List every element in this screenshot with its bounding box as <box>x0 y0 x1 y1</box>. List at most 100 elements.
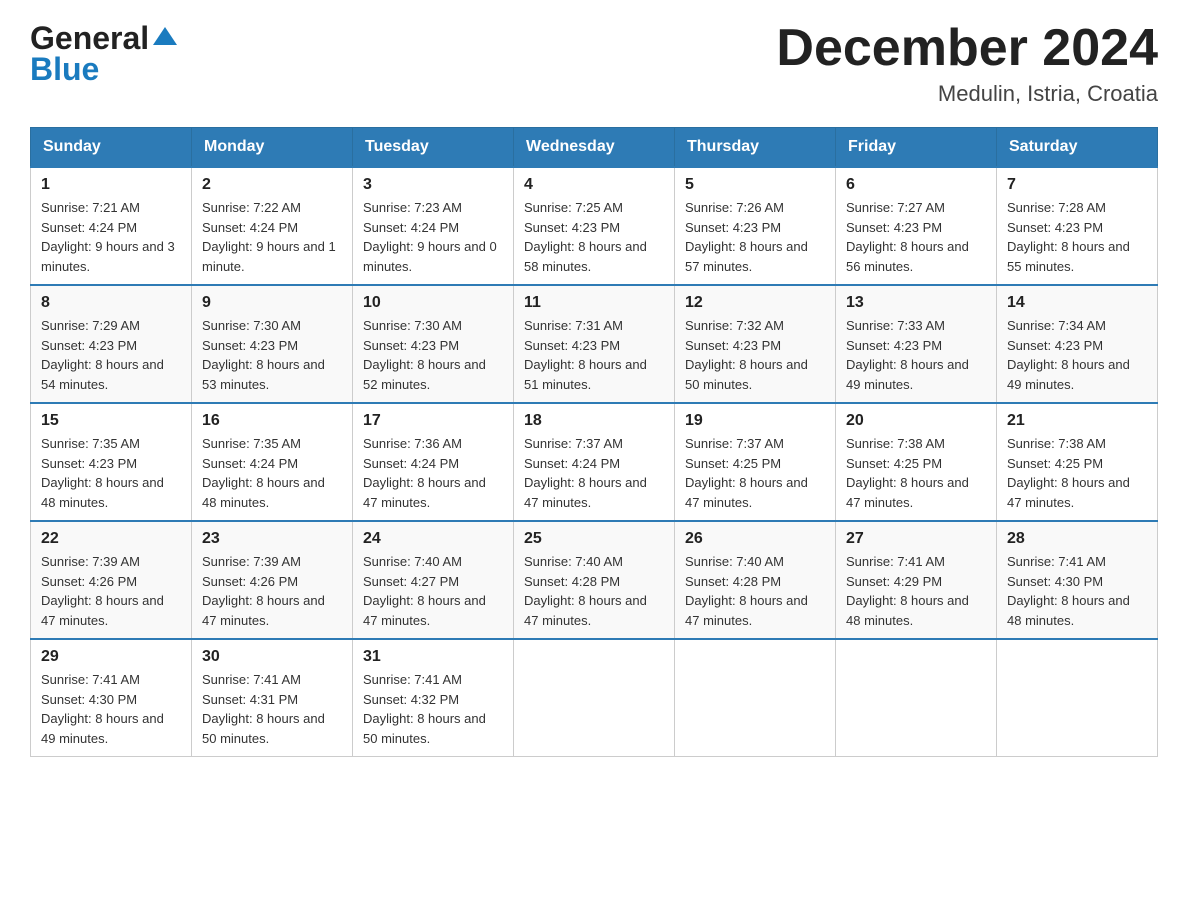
day-info: Sunrise: 7:41 AMSunset: 4:30 PMDaylight:… <box>41 670 181 748</box>
title-section: December 2024 Medulin, Istria, Croatia <box>776 20 1158 107</box>
day-number: 30 <box>202 648 342 666</box>
calendar-cell: 23 Sunrise: 7:39 AMSunset: 4:26 PMDaylig… <box>192 521 353 639</box>
day-info: Sunrise: 7:26 AMSunset: 4:23 PMDaylight:… <box>685 198 825 276</box>
calendar-cell: 18 Sunrise: 7:37 AMSunset: 4:24 PMDaylig… <box>514 403 675 521</box>
day-number: 2 <box>202 176 342 194</box>
day-number: 13 <box>846 294 986 312</box>
col-thursday: Thursday <box>675 128 836 168</box>
calendar-cell: 15 Sunrise: 7:35 AMSunset: 4:23 PMDaylig… <box>31 403 192 521</box>
day-number: 8 <box>41 294 181 312</box>
day-number: 17 <box>363 412 503 430</box>
day-number: 10 <box>363 294 503 312</box>
calendar-cell: 19 Sunrise: 7:37 AMSunset: 4:25 PMDaylig… <box>675 403 836 521</box>
logo: General Blue <box>30 20 179 88</box>
calendar-cell: 4 Sunrise: 7:25 AMSunset: 4:23 PMDayligh… <box>514 167 675 285</box>
page-header: General Blue December 2024 Medulin, Istr… <box>30 20 1158 107</box>
day-number: 9 <box>202 294 342 312</box>
day-number: 27 <box>846 530 986 548</box>
day-info: Sunrise: 7:38 AMSunset: 4:25 PMDaylight:… <box>1007 434 1147 512</box>
calendar-cell: 28 Sunrise: 7:41 AMSunset: 4:30 PMDaylig… <box>997 521 1158 639</box>
week-row-2: 8 Sunrise: 7:29 AMSunset: 4:23 PMDayligh… <box>31 285 1158 403</box>
day-number: 12 <box>685 294 825 312</box>
col-tuesday: Tuesday <box>353 128 514 168</box>
calendar-cell: 12 Sunrise: 7:32 AMSunset: 4:23 PMDaylig… <box>675 285 836 403</box>
calendar-cell <box>675 639 836 757</box>
day-number: 24 <box>363 530 503 548</box>
day-info: Sunrise: 7:36 AMSunset: 4:24 PMDaylight:… <box>363 434 503 512</box>
day-info: Sunrise: 7:30 AMSunset: 4:23 PMDaylight:… <box>363 316 503 394</box>
day-info: Sunrise: 7:35 AMSunset: 4:24 PMDaylight:… <box>202 434 342 512</box>
day-number: 23 <box>202 530 342 548</box>
day-number: 29 <box>41 648 181 666</box>
location-title: Medulin, Istria, Croatia <box>776 81 1158 107</box>
day-info: Sunrise: 7:33 AMSunset: 4:23 PMDaylight:… <box>846 316 986 394</box>
day-number: 20 <box>846 412 986 430</box>
day-number: 1 <box>41 176 181 194</box>
calendar-cell <box>997 639 1158 757</box>
day-number: 5 <box>685 176 825 194</box>
day-info: Sunrise: 7:39 AMSunset: 4:26 PMDaylight:… <box>202 552 342 630</box>
calendar-cell <box>836 639 997 757</box>
day-number: 22 <box>41 530 181 548</box>
day-info: Sunrise: 7:38 AMSunset: 4:25 PMDaylight:… <box>846 434 986 512</box>
calendar-cell: 10 Sunrise: 7:30 AMSunset: 4:23 PMDaylig… <box>353 285 514 403</box>
day-info: Sunrise: 7:41 AMSunset: 4:32 PMDaylight:… <box>363 670 503 748</box>
calendar-cell: 22 Sunrise: 7:39 AMSunset: 4:26 PMDaylig… <box>31 521 192 639</box>
day-info: Sunrise: 7:32 AMSunset: 4:23 PMDaylight:… <box>685 316 825 394</box>
logo-text-blue: Blue <box>30 51 99 88</box>
day-number: 15 <box>41 412 181 430</box>
day-info: Sunrise: 7:28 AMSunset: 4:23 PMDaylight:… <box>1007 198 1147 276</box>
day-info: Sunrise: 7:31 AMSunset: 4:23 PMDaylight:… <box>524 316 664 394</box>
day-info: Sunrise: 7:37 AMSunset: 4:24 PMDaylight:… <box>524 434 664 512</box>
day-number: 18 <box>524 412 664 430</box>
day-number: 4 <box>524 176 664 194</box>
day-number: 7 <box>1007 176 1147 194</box>
week-row-3: 15 Sunrise: 7:35 AMSunset: 4:23 PMDaylig… <box>31 403 1158 521</box>
day-info: Sunrise: 7:34 AMSunset: 4:23 PMDaylight:… <box>1007 316 1147 394</box>
calendar-cell: 9 Sunrise: 7:30 AMSunset: 4:23 PMDayligh… <box>192 285 353 403</box>
calendar-cell: 14 Sunrise: 7:34 AMSunset: 4:23 PMDaylig… <box>997 285 1158 403</box>
calendar-cell: 24 Sunrise: 7:40 AMSunset: 4:27 PMDaylig… <box>353 521 514 639</box>
day-info: Sunrise: 7:25 AMSunset: 4:23 PMDaylight:… <box>524 198 664 276</box>
day-info: Sunrise: 7:37 AMSunset: 4:25 PMDaylight:… <box>685 434 825 512</box>
calendar-cell: 8 Sunrise: 7:29 AMSunset: 4:23 PMDayligh… <box>31 285 192 403</box>
calendar-cell: 11 Sunrise: 7:31 AMSunset: 4:23 PMDaylig… <box>514 285 675 403</box>
day-info: Sunrise: 7:40 AMSunset: 4:27 PMDaylight:… <box>363 552 503 630</box>
calendar-cell: 26 Sunrise: 7:40 AMSunset: 4:28 PMDaylig… <box>675 521 836 639</box>
day-info: Sunrise: 7:40 AMSunset: 4:28 PMDaylight:… <box>524 552 664 630</box>
day-info: Sunrise: 7:40 AMSunset: 4:28 PMDaylight:… <box>685 552 825 630</box>
col-wednesday: Wednesday <box>514 128 675 168</box>
day-info: Sunrise: 7:41 AMSunset: 4:31 PMDaylight:… <box>202 670 342 748</box>
col-saturday: Saturday <box>997 128 1158 168</box>
day-number: 16 <box>202 412 342 430</box>
month-title: December 2024 <box>776 20 1158 77</box>
col-sunday: Sunday <box>31 128 192 168</box>
day-info: Sunrise: 7:27 AMSunset: 4:23 PMDaylight:… <box>846 198 986 276</box>
calendar-cell: 20 Sunrise: 7:38 AMSunset: 4:25 PMDaylig… <box>836 403 997 521</box>
day-info: Sunrise: 7:35 AMSunset: 4:23 PMDaylight:… <box>41 434 181 512</box>
calendar-cell: 21 Sunrise: 7:38 AMSunset: 4:25 PMDaylig… <box>997 403 1158 521</box>
calendar-cell <box>514 639 675 757</box>
week-row-5: 29 Sunrise: 7:41 AMSunset: 4:30 PMDaylig… <box>31 639 1158 757</box>
week-row-1: 1 Sunrise: 7:21 AMSunset: 4:24 PMDayligh… <box>31 167 1158 285</box>
calendar-cell: 16 Sunrise: 7:35 AMSunset: 4:24 PMDaylig… <box>192 403 353 521</box>
calendar-cell: 25 Sunrise: 7:40 AMSunset: 4:28 PMDaylig… <box>514 521 675 639</box>
day-info: Sunrise: 7:30 AMSunset: 4:23 PMDaylight:… <box>202 316 342 394</box>
calendar-cell: 31 Sunrise: 7:41 AMSunset: 4:32 PMDaylig… <box>353 639 514 757</box>
day-number: 26 <box>685 530 825 548</box>
calendar-cell: 30 Sunrise: 7:41 AMSunset: 4:31 PMDaylig… <box>192 639 353 757</box>
calendar-cell: 17 Sunrise: 7:36 AMSunset: 4:24 PMDaylig… <box>353 403 514 521</box>
day-number: 19 <box>685 412 825 430</box>
day-number: 6 <box>846 176 986 194</box>
day-info: Sunrise: 7:29 AMSunset: 4:23 PMDaylight:… <box>41 316 181 394</box>
day-number: 25 <box>524 530 664 548</box>
calendar-header-row: Sunday Monday Tuesday Wednesday Thursday… <box>31 128 1158 168</box>
day-info: Sunrise: 7:22 AMSunset: 4:24 PMDaylight:… <box>202 198 342 276</box>
calendar-cell: 5 Sunrise: 7:26 AMSunset: 4:23 PMDayligh… <box>675 167 836 285</box>
calendar-cell: 27 Sunrise: 7:41 AMSunset: 4:29 PMDaylig… <box>836 521 997 639</box>
day-number: 11 <box>524 294 664 312</box>
col-friday: Friday <box>836 128 997 168</box>
day-info: Sunrise: 7:41 AMSunset: 4:29 PMDaylight:… <box>846 552 986 630</box>
calendar-cell: 2 Sunrise: 7:22 AMSunset: 4:24 PMDayligh… <box>192 167 353 285</box>
day-info: Sunrise: 7:21 AMSunset: 4:24 PMDaylight:… <box>41 198 181 276</box>
